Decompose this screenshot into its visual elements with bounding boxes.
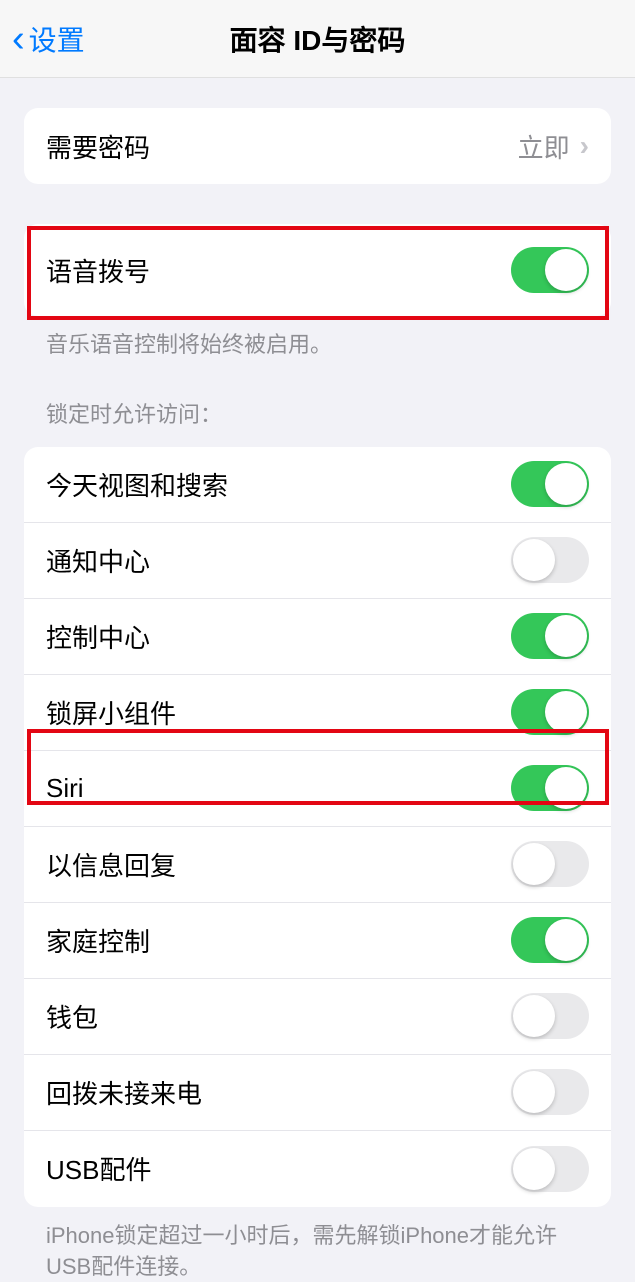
section-header-lock-access: 锁定时允许访问： (24, 361, 611, 429)
toggle-knob (545, 615, 587, 657)
toggle-knob (545, 463, 587, 505)
row-value: 立即 (518, 128, 570, 165)
toggle-voice-dial[interactable] (511, 247, 589, 293)
toggle-lock-access-item[interactable] (511, 1146, 589, 1192)
row-lock-access-item: 控制中心 (24, 599, 611, 675)
group-lock-access: 今天视图和搜索通知中心控制中心锁屏小组件 Siri 以信息回复家庭控制钱包回拨未接来… (24, 447, 611, 1207)
row-label: 今天视图和搜索 (46, 466, 228, 503)
row-label: 需要密码 (46, 128, 150, 165)
group-require-passcode: 需要密码 立即 › (24, 108, 611, 184)
toggle-knob (545, 767, 587, 809)
row-require-passcode[interactable]: 需要密码 立即 › (24, 108, 611, 184)
toggle-knob (545, 691, 587, 733)
toggle-lock-access-item[interactable] (511, 537, 589, 583)
header: ‹ 设置 面容 ID与密码 (0, 0, 635, 78)
row-lock-access-item: 钱包 (24, 979, 611, 1055)
row-lock-access-item: 以信息回复 (24, 827, 611, 903)
footer-voice-dial: 音乐语音控制将始终被启用。 (24, 316, 611, 361)
toggle-lock-access-item[interactable] (511, 841, 589, 887)
toggle-lock-access-item[interactable] (511, 993, 589, 1039)
chevron-right-icon: › (580, 130, 589, 162)
row-voice-dial: 语音拨号 (24, 224, 611, 316)
toggle-knob (513, 1148, 555, 1190)
row-lock-access-item: 通知中心 (24, 523, 611, 599)
toggle-lock-access-item[interactable] (511, 765, 589, 811)
row-label: 以信息回复 (46, 846, 176, 883)
row-label: 锁屏小组件 (46, 694, 176, 731)
toggle-knob (513, 1071, 555, 1113)
row-right: 立即 › (518, 128, 589, 165)
toggle-lock-access-item[interactable] (511, 917, 589, 963)
back-button[interactable]: ‹ 设置 (0, 19, 85, 59)
row-label: Siri (46, 773, 84, 804)
toggle-knob (513, 995, 555, 1037)
row-label: 通知中心 (46, 542, 150, 579)
row-lock-access-item: Siri (24, 751, 611, 827)
toggle-knob (545, 249, 587, 291)
row-label: USB配件 (46, 1150, 151, 1187)
back-label: 设置 (29, 19, 85, 59)
group-voice-dial: 语音拨号 (24, 224, 611, 316)
toggle-lock-access-item[interactable] (511, 689, 589, 735)
row-lock-access-item: USB配件 (24, 1131, 611, 1207)
row-label: 语音拨号 (46, 252, 150, 289)
row-label: 家庭控制 (46, 922, 150, 959)
row-label: 控制中心 (46, 618, 150, 655)
toggle-knob (513, 539, 555, 581)
row-label: 钱包 (46, 998, 98, 1035)
row-lock-access-item: 今天视图和搜索 (24, 447, 611, 523)
toggle-lock-access-item[interactable] (511, 613, 589, 659)
footer-lock-access: iPhone锁定超过一小时后，需先解锁iPhone才能允许USB配件连接。 (24, 1207, 611, 1282)
toggle-knob (513, 843, 555, 885)
toggle-lock-access-item[interactable] (511, 1069, 589, 1115)
row-lock-access-item: 家庭控制 (24, 903, 611, 979)
page-title: 面容 ID与密码 (230, 19, 406, 59)
row-lock-access-item: 锁屏小组件 (24, 675, 611, 751)
toggle-knob (545, 919, 587, 961)
row-label: 回拨未接来电 (46, 1074, 202, 1111)
row-lock-access-item: 回拨未接来电 (24, 1055, 611, 1131)
chevron-left-icon: ‹ (12, 20, 25, 58)
toggle-lock-access-item[interactable] (511, 461, 589, 507)
